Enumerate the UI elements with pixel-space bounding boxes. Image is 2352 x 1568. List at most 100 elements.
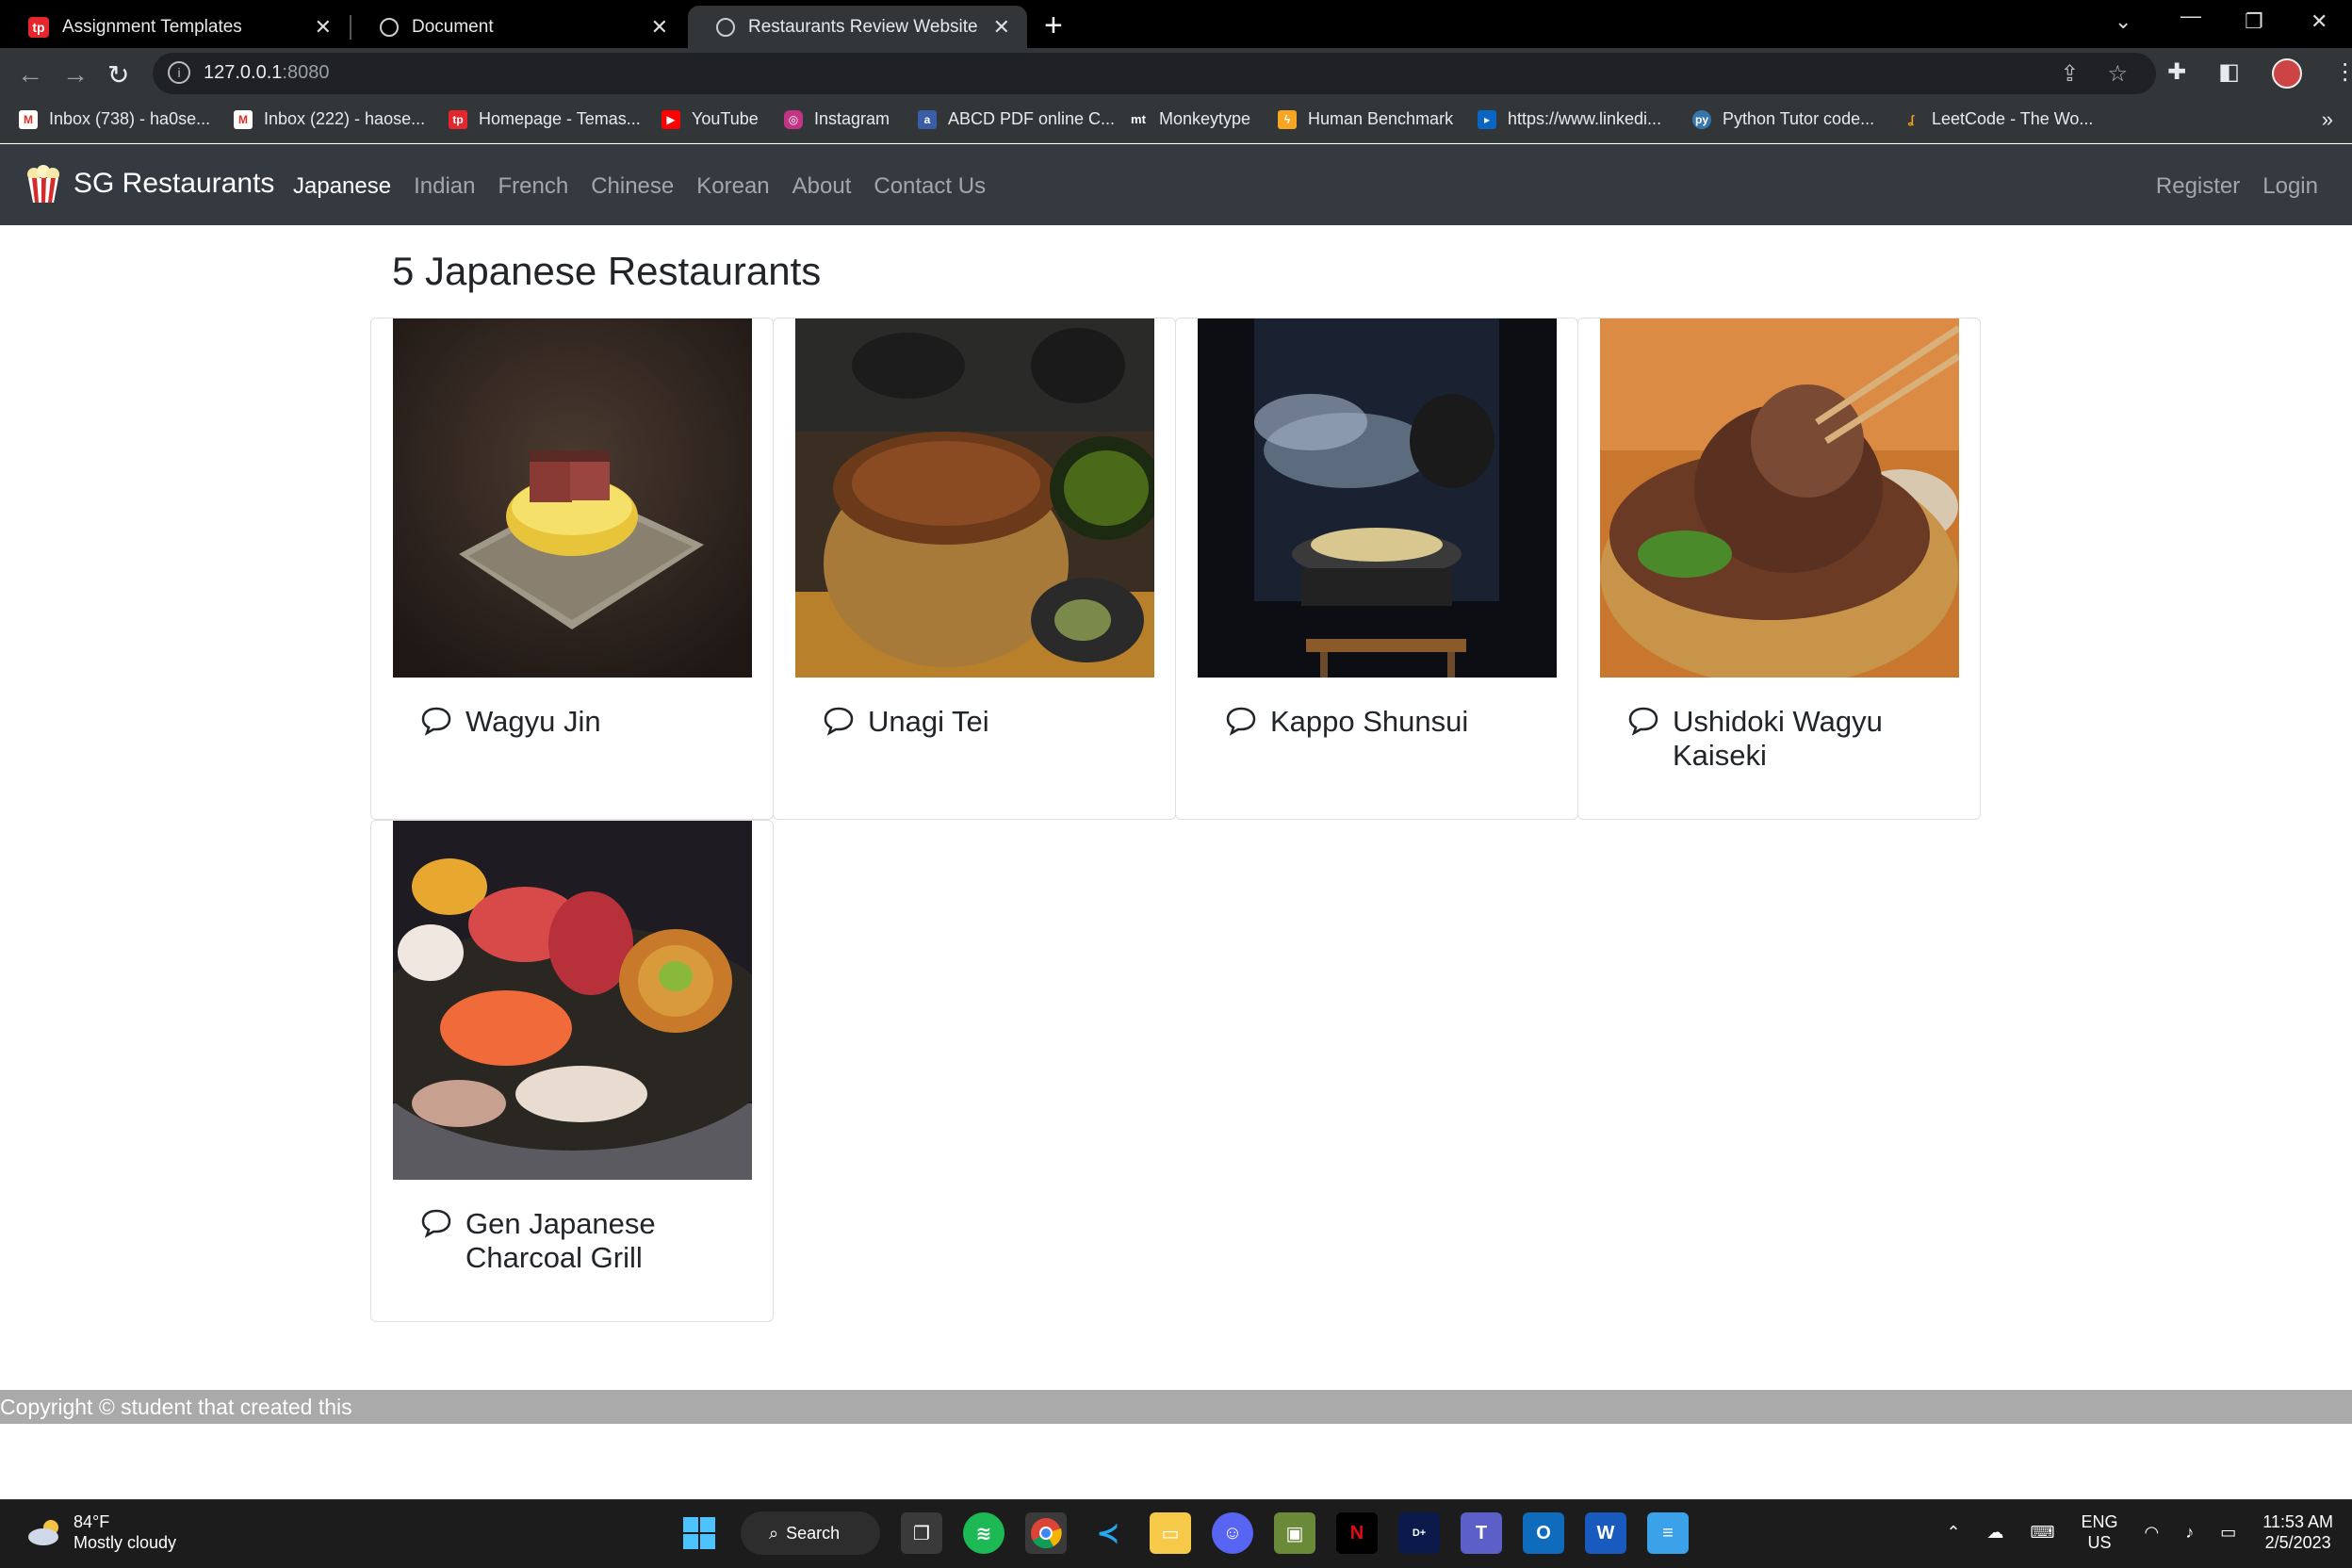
taskbar-search[interactable]: ⌕ Search: [741, 1511, 880, 1555]
file-explorer-icon[interactable]: ▭: [1150, 1512, 1191, 1554]
restaurant-photo[interactable]: [393, 821, 752, 1180]
share-icon[interactable]: ⇪: [2060, 60, 2079, 88]
chevron-up-icon[interactable]: ⌃: [1946, 1523, 1960, 1543]
bookmark-item[interactable]: ▶ YouTube: [662, 109, 759, 129]
restaurant-card[interactable]: Kappo Shunsui: [1175, 318, 1578, 820]
nav-contact-us[interactable]: Contact Us: [874, 173, 986, 200]
nav-indian[interactable]: Indian: [414, 173, 475, 200]
onedrive-icon[interactable]: ☁: [1987, 1523, 2004, 1543]
restaurant-card[interactable]: Gen Japanese Charcoal Grill: [370, 820, 774, 1322]
search-icon: ⌕: [769, 1523, 779, 1543]
register-link[interactable]: Register: [2156, 173, 2240, 200]
restaurant-name[interactable]: Ushidoki Wagyu Kaiseki: [1673, 705, 1955, 773]
globe-icon: [380, 17, 399, 37]
weather-widget[interactable]: 84°F Mostly cloudy: [26, 1511, 176, 1553]
teams-icon[interactable]: T: [1461, 1512, 1502, 1554]
bookmarks-overflow-button[interactable]: »: [2322, 107, 2333, 132]
minecraft-icon[interactable]: ▣: [1274, 1512, 1315, 1554]
profile-avatar[interactable]: [2271, 58, 2302, 89]
bookmark-item[interactable]: ʆ LeetCode - The Wo...: [1902, 109, 2093, 129]
restaurant-card[interactable]: Wagyu Jin: [370, 318, 774, 820]
extensions-icon[interactable]: ✚: [2167, 58, 2186, 89]
netflix-icon[interactable]: N: [1336, 1512, 1378, 1554]
restore-button[interactable]: ❐: [2245, 9, 2263, 34]
linkedin-icon: ▸: [1478, 109, 1496, 129]
restaurant-photo[interactable]: [1600, 318, 1959, 678]
task-view-icon[interactable]: ❐: [901, 1512, 942, 1554]
leetcode-icon: ʆ: [1902, 109, 1920, 129]
minimize-button[interactable]: —: [2180, 4, 2201, 28]
chat-bubble-icon: [824, 707, 854, 736]
nav-chinese[interactable]: Chinese: [591, 173, 674, 200]
close-icon[interactable]: ✕: [315, 15, 332, 40]
login-link[interactable]: Login: [2262, 173, 2318, 200]
nav-japanese[interactable]: Japanese: [293, 173, 391, 200]
tab-assignment-templates[interactable]: tp Assignment Templates ✕: [0, 6, 349, 48]
url-input[interactable]: i 127.0.0.1:8080 ⇪ ☆: [153, 53, 2156, 94]
restaurant-photo[interactable]: [1198, 318, 1557, 678]
new-tab-button[interactable]: +: [1044, 8, 1063, 44]
search-label: Search: [786, 1523, 841, 1543]
restaurant-card[interactable]: Ushidoki Wagyu Kaiseki: [1577, 318, 1981, 820]
nav-korean[interactable]: Korean: [696, 173, 769, 200]
forward-button[interactable]: →: [62, 59, 89, 90]
url-host: 127.0.0.1: [204, 62, 283, 83]
chrome-icon[interactable]: [1025, 1512, 1067, 1554]
tab-search-icon[interactable]: ⌄: [2115, 9, 2132, 34]
close-icon[interactable]: ✕: [651, 15, 668, 40]
language-indicator[interactable]: ENG US: [2082, 1511, 2118, 1553]
account-nav: Register Login: [2133, 173, 2318, 200]
address-bar-row: ← → ↻ i 127.0.0.1:8080 ⇪ ☆ ✚ ◧ ⋮: [0, 48, 2352, 100]
vscode-icon[interactable]: ≺: [1087, 1512, 1129, 1554]
bookmark-item[interactable]: ϟ Human Benchmark: [1278, 109, 1453, 129]
restaurant-name[interactable]: Gen Japanese Charcoal Grill: [466, 1207, 748, 1275]
disney-plus-icon[interactable]: D+: [1398, 1512, 1440, 1554]
python-icon: py: [1692, 109, 1711, 129]
discord-icon[interactable]: ☺: [1212, 1512, 1253, 1554]
bookmark-item[interactable]: mt Monkeytype: [1129, 109, 1250, 129]
site-navbar: SG Restaurants Japanese Indian French Ch…: [0, 144, 2352, 225]
outlook-icon[interactable]: O: [1523, 1512, 1564, 1554]
bookmark-item[interactable]: ◎ Instagram: [784, 109, 890, 129]
bookmark-star-icon[interactable]: ☆: [2107, 60, 2128, 88]
bookmark-item[interactable]: a ABCD PDF online C...: [918, 109, 1115, 129]
clock[interactable]: 11:53 AM 2/5/2023: [2262, 1511, 2333, 1553]
info-icon[interactable]: i: [168, 61, 190, 84]
clock-time: 11:53 AM: [2262, 1512, 2333, 1531]
bookmark-item[interactable]: M Inbox (738) - ha0se...: [19, 109, 210, 129]
menu-icon[interactable]: ⋮: [2334, 58, 2352, 89]
restaurant-card[interactable]: Unagi Tei: [773, 318, 1176, 820]
windows-start-icon[interactable]: [678, 1512, 720, 1554]
restaurant-name[interactable]: Unagi Tei: [868, 705, 1151, 739]
close-icon[interactable]: ✕: [993, 15, 1010, 40]
word-icon[interactable]: W: [1585, 1512, 1626, 1554]
nav-french[interactable]: French: [498, 173, 568, 200]
battery-icon[interactable]: ▭: [2220, 1523, 2236, 1543]
bookmark-item[interactable]: py Python Tutor code...: [1692, 109, 1874, 129]
bookmark-label: Instagram: [814, 109, 890, 128]
tab-document[interactable]: Document ✕: [351, 6, 685, 48]
wifi-icon[interactable]: ◠: [2145, 1523, 2160, 1543]
tab-restaurants-review[interactable]: Restaurants Review Website ✕: [688, 6, 1027, 48]
instagram-icon: ◎: [784, 109, 803, 129]
side-panel-icon[interactable]: ◧: [2218, 58, 2240, 89]
back-button[interactable]: ←: [17, 59, 43, 90]
restaurant-name[interactable]: Kappo Shunsui: [1270, 705, 1553, 739]
keyboard-icon[interactable]: ⌨: [2031, 1523, 2055, 1543]
weather-temp: 84°F: [74, 1512, 110, 1531]
reload-button[interactable]: ↻: [107, 59, 129, 90]
window-close-button[interactable]: ✕: [2311, 9, 2328, 34]
brand-link[interactable]: SG Restaurants: [23, 163, 274, 204]
taskbar-apps: ⌕ Search ❐ ≋ ≺ ▭ ☺ ▣ N D+ T O W ≡: [678, 1511, 1689, 1555]
notepad-icon[interactable]: ≡: [1647, 1512, 1689, 1554]
bookmark-item[interactable]: tp Homepage - Temas...: [449, 109, 641, 129]
bookmark-item[interactable]: ▸ https://www.linkedi...: [1478, 109, 1661, 129]
restaurant-photo[interactable]: [393, 318, 752, 678]
chat-bubble-icon: [421, 707, 451, 736]
restaurant-name[interactable]: Wagyu Jin: [466, 705, 748, 739]
restaurant-photo[interactable]: [795, 318, 1154, 678]
volume-icon[interactable]: ♪: [2185, 1523, 2194, 1543]
bookmark-item[interactable]: M Inbox (222) - haose...: [234, 109, 425, 129]
nav-about[interactable]: About: [792, 173, 852, 200]
spotify-icon[interactable]: ≋: [963, 1512, 1004, 1554]
